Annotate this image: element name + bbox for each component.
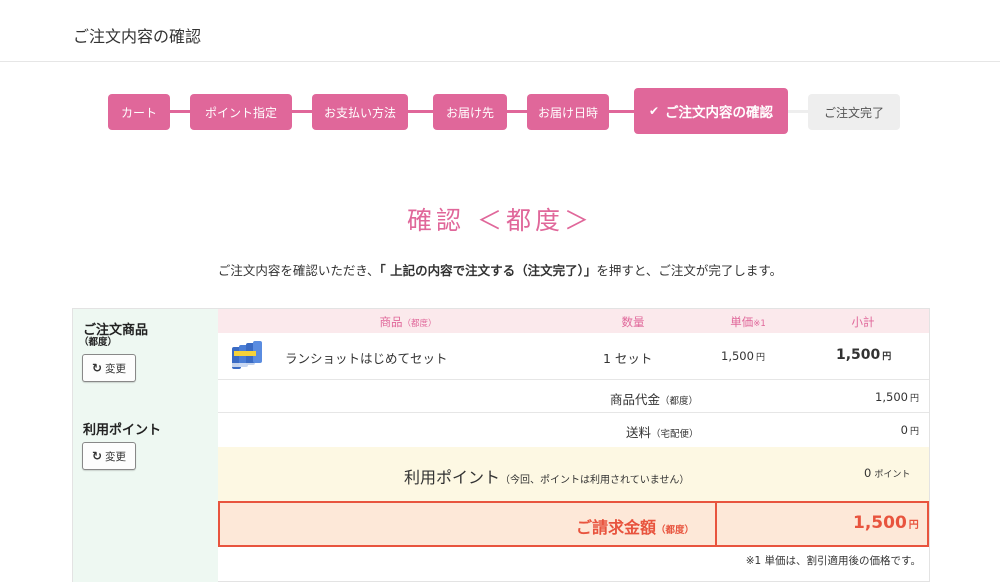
step-cart: カート: [108, 94, 170, 130]
product-total-value: 1,500 円: [875, 390, 919, 404]
refresh-icon: ↻: [91, 361, 103, 375]
product-qty: 1 セット: [603, 351, 653, 366]
order-table: 商品（都度） 数量 単価※1 小計 ランショットはじめてセット 1 セット 1,…: [218, 309, 929, 582]
header-qty: 数量: [621, 315, 645, 329]
product-total-label: 商品代金（都度）: [610, 392, 699, 407]
billing-total: ご請求金額（都度） 1,500 円: [218, 501, 929, 547]
product-total-row: 商品代金（都度） 1,500 円: [218, 380, 929, 413]
step-complete: ご注文完了: [808, 94, 900, 130]
step-point: ポイント指定: [190, 94, 292, 130]
table-row: ランショットはじめてセット 1 セット 1,500 円 1,500 円: [218, 333, 929, 380]
billing-total-label: ご請求金額（都度）: [576, 518, 695, 537]
points-used-label: 利用ポイント（今回、ポイントは利用されていません）: [404, 468, 690, 487]
header-product: 商品（都度）: [379, 315, 437, 329]
main-heading: 確認 ＜都度＞: [407, 206, 593, 235]
table-header: 商品（都度） 数量 単価※1 小計: [218, 309, 929, 333]
page-header: ご注文内容の確認: [0, 0, 1000, 62]
step-connector: [408, 110, 433, 113]
shipping-label: 送料（宅配便）: [626, 425, 699, 440]
refresh-icon: ↻: [91, 449, 103, 463]
step-connector: [507, 110, 527, 113]
step-connector: [170, 110, 190, 113]
step-payment: お支払い方法: [312, 94, 408, 130]
step-connector: [292, 110, 312, 113]
step-connector: [609, 110, 634, 113]
instruction-text: ご注文内容を確認いただき、「 上記の内容で注文する（注文完了）」を押すと、ご注文…: [217, 263, 783, 278]
step-confirm: ✔ ご注文内容の確認: [634, 88, 788, 134]
product-subtotal: 1,500 円: [836, 347, 892, 363]
points-label: 利用ポイント: [83, 423, 162, 438]
step-connector: [788, 110, 808, 113]
order-sidebar: ご注文商品 （都度） ↻ 変更 利用ポイント ↻ 変更: [73, 309, 218, 582]
step-delivery-date: お届け日時: [527, 94, 609, 130]
total-divider: [715, 503, 717, 545]
product-unit-price: 1,500 円: [721, 349, 765, 363]
header-unit-price: 単価※1: [730, 315, 766, 329]
order-items-sub: （都度）: [79, 337, 118, 348]
billing-total-value: 1,500 円: [853, 513, 919, 533]
shipping-row: 送料（宅配便） 0円: [218, 413, 929, 447]
points-used-value: 0 ポイント: [864, 466, 911, 480]
price-footnote: ※1 単価は、割引適用後の価格です。: [745, 555, 921, 567]
shipping-value: 0円: [900, 423, 919, 437]
product-name: ランショットはじめてセット: [285, 351, 448, 366]
change-items-button[interactable]: ↻ 変更: [82, 354, 136, 382]
checkout-steps: カート ポイント指定 お支払い方法 お届け先 お届け日時 ✔ ご注文内容の確認 ご…: [108, 88, 900, 134]
header-subtotal: 小計: [851, 315, 875, 329]
page-title: ご注文内容の確認: [73, 27, 202, 46]
change-points-button[interactable]: ↻ 変更: [82, 442, 136, 470]
order-panel: ご注文商品 （都度） ↻ 変更 利用ポイント ↻ 変更 商品（都度） 数量 単価※1…: [72, 308, 930, 582]
check-icon: ✔: [648, 104, 660, 118]
step-address: お届け先: [433, 94, 507, 130]
product-thumbnail: [230, 339, 270, 373]
points-row: 利用ポイント（今回、ポイントは利用されていません） 0 ポイント: [218, 447, 929, 501]
